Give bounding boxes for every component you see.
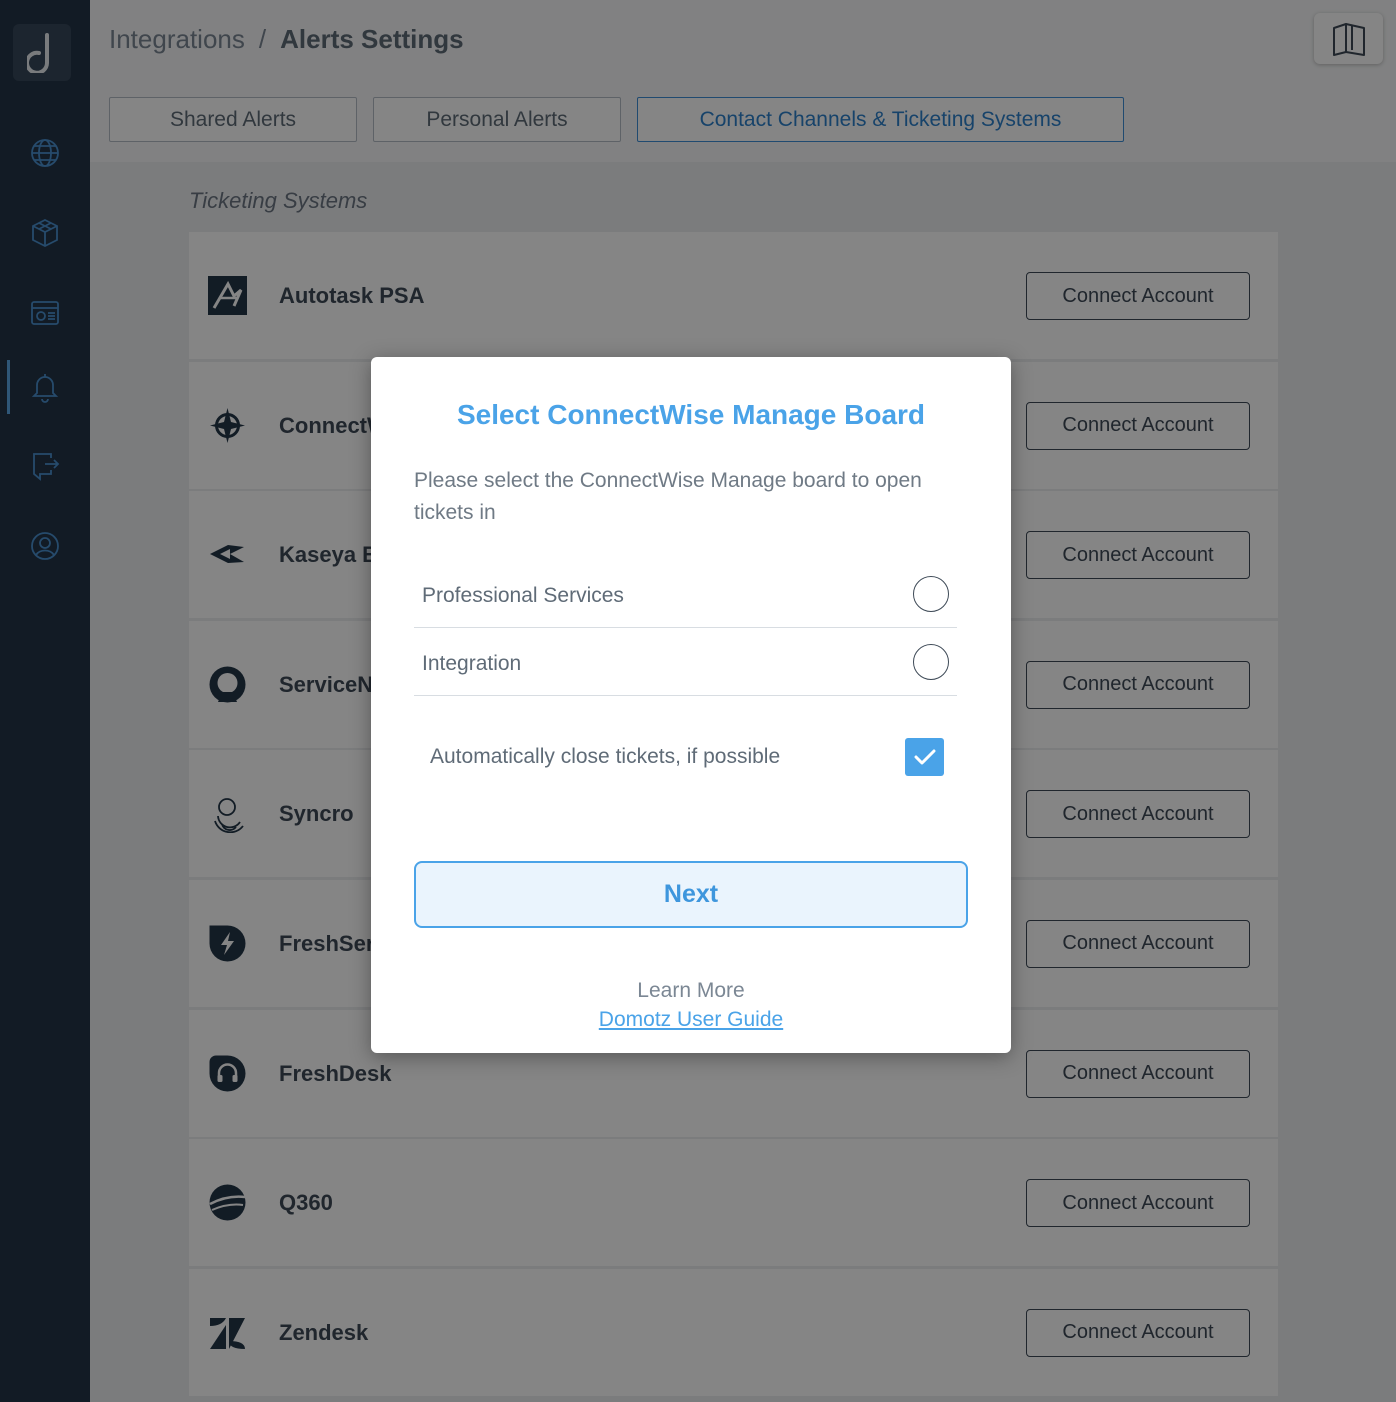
dialog-title: Select ConnectWise Manage Board: [456, 399, 926, 430]
user-guide-link[interactable]: Domotz User Guide: [371, 1006, 1011, 1034]
auto-close-label: Automatically close tickets, if possible: [430, 745, 781, 768]
dialog-description: Please select the ConnectWise Manage boa…: [414, 469, 922, 524]
radio-button[interactable]: [913, 644, 949, 680]
next-button[interactable]: Next: [414, 861, 968, 928]
learn-more-label: Learn More: [637, 979, 745, 1002]
auto-close-checkbox[interactable]: [905, 738, 944, 776]
checkmark-icon: [914, 749, 935, 765]
board-option-integration[interactable]: Integration: [414, 628, 957, 696]
option-label: Integration: [422, 652, 522, 675]
option-label: Professional Services: [422, 584, 624, 607]
board-option-professional-services[interactable]: Professional Services: [414, 560, 957, 628]
radio-button[interactable]: [913, 576, 949, 612]
select-board-dialog: Select ConnectWise Manage Board Please s…: [371, 357, 1011, 1053]
